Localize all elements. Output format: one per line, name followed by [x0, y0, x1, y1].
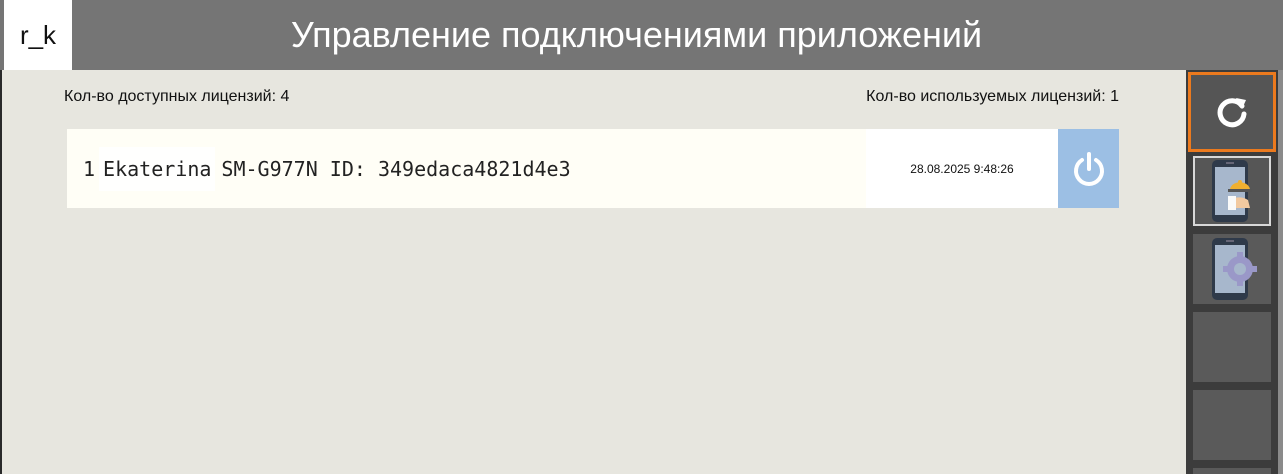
connection-user-name: Ekaterina: [99, 146, 216, 191]
phone-waiter-icon: [1212, 160, 1252, 222]
empty-slot-button[interactable]: [1193, 312, 1271, 382]
empty-slot-button: [1193, 468, 1271, 474]
power-icon: [1073, 151, 1104, 186]
empty-slot-button[interactable]: [1193, 390, 1271, 460]
connection-device: SM-G977N ID: 349edaca4821d4e3: [221, 156, 571, 181]
refresh-button[interactable]: [1188, 72, 1276, 152]
right-sidebar: [1186, 70, 1278, 474]
window-edge: [0, 0, 2, 474]
connection-info: 1 Ekaterina SM-G977N ID: 349edaca4821d4e3: [83, 129, 571, 208]
connection-timestamp: 28.08.2025 9:48:26: [866, 129, 1058, 208]
waiter-app-button[interactable]: [1193, 156, 1271, 226]
settings-app-button[interactable]: [1193, 234, 1271, 304]
phone-settings-icon: [1212, 238, 1257, 300]
used-licenses-label: Кол-во используемых лицензий: 1: [866, 88, 1119, 105]
header-bar: r_k Управление подключениями приложений: [0, 0, 1283, 70]
window-edge-right: [1278, 70, 1283, 474]
connection-index: 1: [83, 156, 96, 181]
disconnect-button[interactable]: [1058, 129, 1119, 208]
connection-row[interactable]: 1 Ekaterina SM-G977N ID: 349edaca4821d4e3 …: [67, 129, 1119, 208]
app-logo: r_k: [4, 0, 72, 70]
app-window: r_k Управление подключениями приложений …: [0, 0, 1283, 474]
page-title: Управление подключениями приложений: [290, 14, 983, 55]
available-licenses-label: Кол-во доступных лицензий: 4: [64, 88, 290, 105]
refresh-icon: [1217, 98, 1247, 128]
